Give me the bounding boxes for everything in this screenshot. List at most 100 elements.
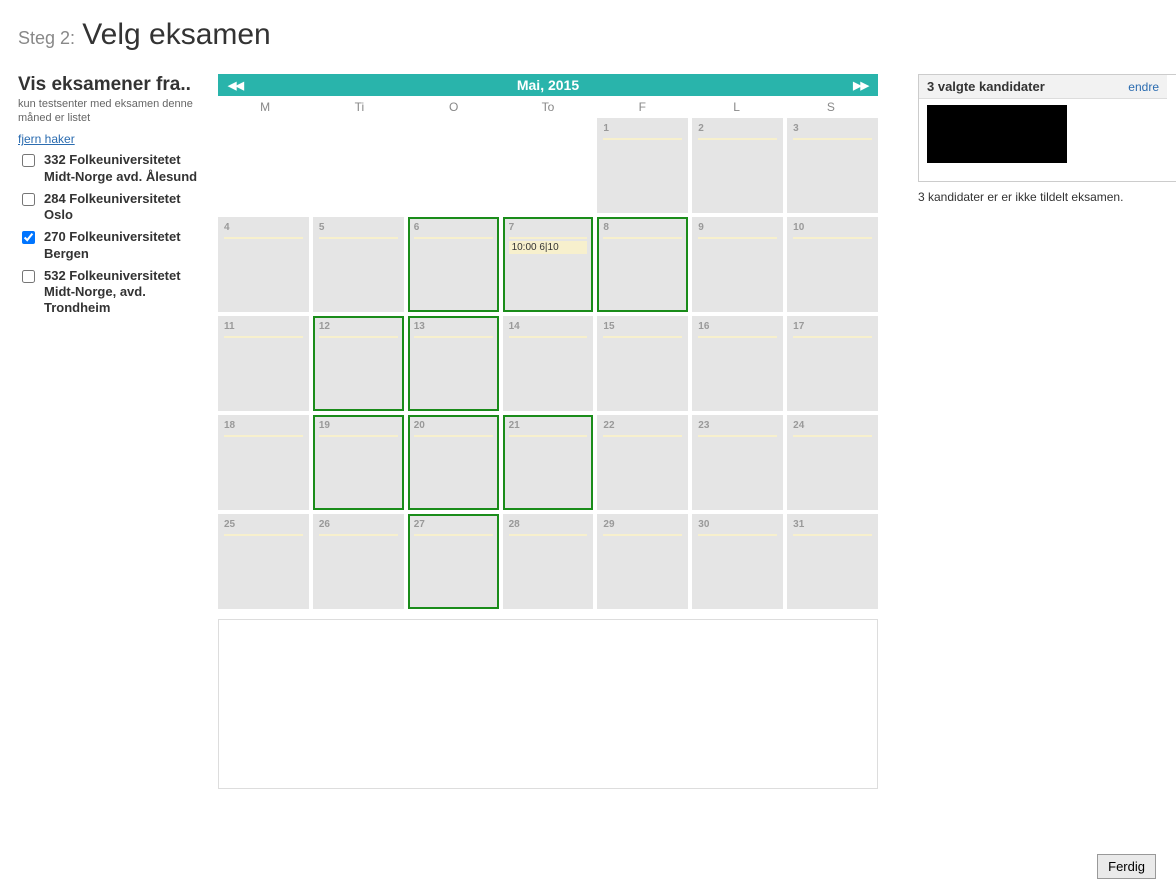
done-button[interactable]: Ferdig <box>1097 854 1156 879</box>
calendar-next-icon[interactable]: ▶▶ <box>853 79 868 92</box>
right-panel: 3 valgte kandidater endre 3 kandidater e… <box>918 74 1176 204</box>
day-number: 28 <box>509 519 520 530</box>
calendar-day[interactable]: 18 <box>218 415 309 510</box>
center-checkbox[interactable] <box>22 231 35 244</box>
calendar-day[interactable]: 17 <box>787 316 878 411</box>
day-number: 31 <box>793 519 804 530</box>
calendar-event[interactable]: 10:00 6|10 <box>509 241 588 254</box>
calendar-day[interactable]: 27 <box>408 514 499 609</box>
calendar-day[interactable]: 7 10:00 6|10 <box>503 217 594 312</box>
calendar-day[interactable]: 12 <box>313 316 404 411</box>
calendar-grid: 123456710:00 6|1089101112131415161718192… <box>218 118 878 609</box>
calendar-day[interactable]: 19 <box>313 415 404 510</box>
calendar-day[interactable]: 6 <box>408 217 499 312</box>
exam-detail-panel[interactable] <box>218 619 878 789</box>
clear-checks-link[interactable]: fjern haker <box>18 132 75 146</box>
step-main-title: Velg eksamen <box>82 18 270 51</box>
day-number: 8 <box>603 222 609 233</box>
weekday-label: M <box>218 100 312 114</box>
footer: Ferdig <box>1097 854 1156 879</box>
weekday-label: To <box>501 100 595 114</box>
day-number: 7 <box>509 222 515 233</box>
sidebar-note: kun testsenter med eksamen denne måned e… <box>18 98 198 126</box>
day-number: 2 <box>698 123 704 134</box>
day-number: 17 <box>793 321 804 332</box>
day-number: 29 <box>603 519 614 530</box>
right-panel-note: 3 kandidater er er ikke tildelt eksamen. <box>918 190 1176 204</box>
day-number: 23 <box>698 420 709 431</box>
weekday-label: F <box>595 100 689 114</box>
day-number: 10 <box>793 222 804 233</box>
calendar-day[interactable]: 31 <box>787 514 878 609</box>
day-number: 3 <box>793 123 799 134</box>
page-title: Steg 2: Velg eksamen <box>18 18 1158 52</box>
calendar-day[interactable]: 24 <box>787 415 878 510</box>
sidebar-title: Vis eksamener fra.. <box>18 74 198 97</box>
calendar-day[interactable]: 28 <box>503 514 594 609</box>
center-item: 270 Folkeuniversitetet Bergen <box>18 229 198 262</box>
weekday-label: L <box>689 100 783 114</box>
calendar-day[interactable]: 20 <box>408 415 499 510</box>
calendar-day[interactable]: 26 <box>313 514 404 609</box>
calendar-day[interactable]: 29 <box>597 514 688 609</box>
day-number: 20 <box>414 420 425 431</box>
day-number: 18 <box>224 420 235 431</box>
calendar-day-empty <box>503 118 594 213</box>
day-number: 5 <box>319 222 325 233</box>
calendar-day[interactable]: 10 <box>787 217 878 312</box>
sidebar: Vis eksamener fra.. kun testsenter med e… <box>18 74 198 323</box>
calendar-weekdays: MTiOToFLS <box>218 96 878 118</box>
calendar-month-label: Mai, 2015 <box>517 77 579 93</box>
day-number: 11 <box>224 321 235 332</box>
calendar-day-empty <box>408 118 499 213</box>
day-number: 12 <box>319 321 330 332</box>
calendar-day[interactable]: 16 <box>692 316 783 411</box>
calendar-day[interactable]: 1 <box>597 118 688 213</box>
day-number: 27 <box>414 519 425 530</box>
calendar-header: ◀◀ Mai, 2015 ▶▶ <box>218 74 878 96</box>
calendar-day[interactable]: 8 <box>597 217 688 312</box>
center-label: 270 Folkeuniversitetet Bergen <box>44 229 198 262</box>
day-number: 6 <box>414 222 420 233</box>
weekday-label: S <box>784 100 878 114</box>
center-list: 332 Folkeuniversitetet Midt-Norge avd. Å… <box>18 152 198 316</box>
center-label: 332 Folkeuniversitetet Midt-Norge avd. Å… <box>44 152 198 185</box>
day-number: 16 <box>698 321 709 332</box>
calendar-day[interactable]: 14 <box>503 316 594 411</box>
calendar-day[interactable]: 5 <box>313 217 404 312</box>
calendar-day[interactable]: 13 <box>408 316 499 411</box>
center-checkbox[interactable] <box>22 193 35 206</box>
calendar-day-empty <box>313 118 404 213</box>
calendar-day[interactable]: 21 <box>503 415 594 510</box>
calendar-prev-icon[interactable]: ◀◀ <box>228 79 243 92</box>
day-number: 14 <box>509 321 520 332</box>
calendar-day[interactable]: 11 <box>218 316 309 411</box>
calendar-day[interactable]: 25 <box>218 514 309 609</box>
day-number: 25 <box>224 519 235 530</box>
calendar-day[interactable]: 3 <box>787 118 878 213</box>
center-label: 532 Folkeuniversitetet Midt-Norge, avd. … <box>44 268 198 317</box>
calendar-day[interactable]: 4 <box>218 217 309 312</box>
center-item: 284 Folkeuniversitetet Oslo <box>18 191 198 224</box>
center-label: 284 Folkeuniversitetet Oslo <box>44 191 198 224</box>
calendar-day[interactable]: 30 <box>692 514 783 609</box>
candidate-list-redacted <box>927 105 1067 163</box>
day-number: 24 <box>793 420 804 431</box>
center-checkbox[interactable] <box>22 154 35 167</box>
calendar-day[interactable]: 2 <box>692 118 783 213</box>
day-number: 13 <box>414 321 425 332</box>
weekday-label: O <box>407 100 501 114</box>
change-candidates-link[interactable]: endre <box>1128 80 1159 94</box>
calendar-day[interactable]: 15 <box>597 316 688 411</box>
calendar-day[interactable]: 22 <box>597 415 688 510</box>
right-panel-title: 3 valgte kandidater <box>927 79 1045 94</box>
calendar-day[interactable]: 9 <box>692 217 783 312</box>
weekday-label: Ti <box>312 100 406 114</box>
day-number: 30 <box>698 519 709 530</box>
calendar: ◀◀ Mai, 2015 ▶▶ MTiOToFLS 123456710:00 6… <box>218 74 878 789</box>
center-checkbox[interactable] <box>22 270 35 283</box>
day-number: 4 <box>224 222 230 233</box>
day-number: 21 <box>509 420 520 431</box>
center-item: 332 Folkeuniversitetet Midt-Norge avd. Å… <box>18 152 198 185</box>
calendar-day[interactable]: 23 <box>692 415 783 510</box>
